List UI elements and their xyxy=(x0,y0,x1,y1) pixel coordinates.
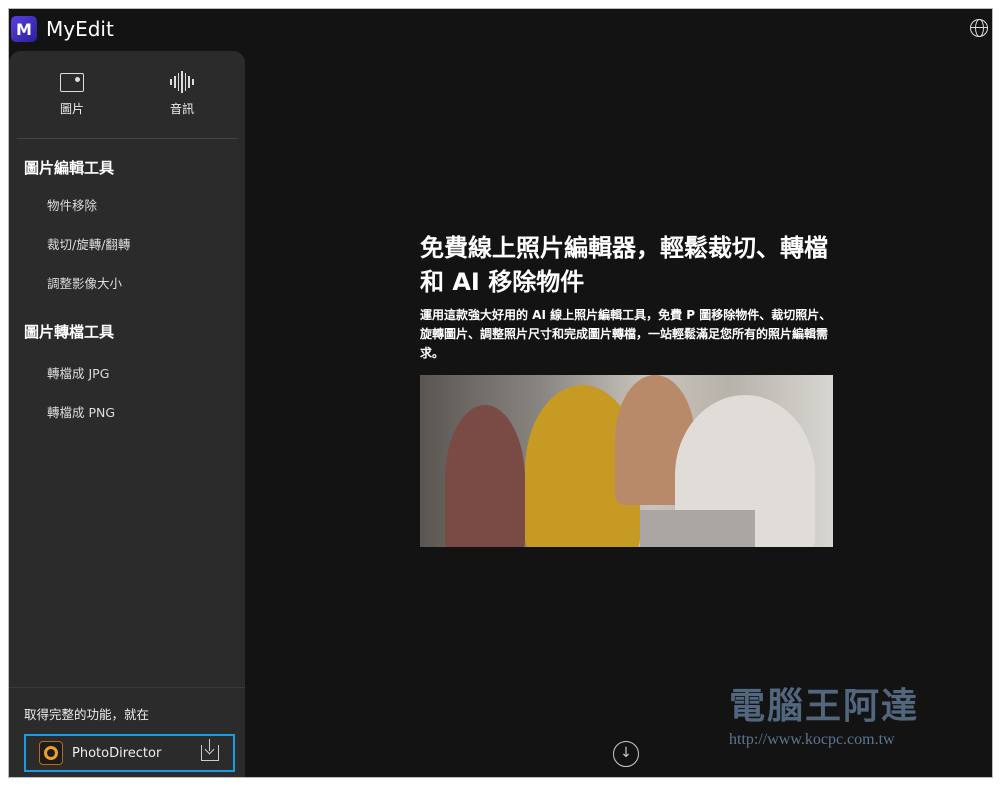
hero: 免費線上照片編輯器，輕鬆裁切、轉檔和 AI 移除物件 運用這款強大好用的 AI … xyxy=(420,231,840,547)
section-title-convert-tools: 圖片轉檔工具 xyxy=(24,323,115,341)
app-window: M MyEdit 圖片 音訊 圖片編輯工具 物件移除 裁切/旋轉/翻轉 調整影像… xyxy=(8,8,993,778)
mode-label: 音訊 xyxy=(169,102,194,116)
promo-text: 取得完整的功能，就在 xyxy=(24,707,150,722)
myedit-logo-icon[interactable]: M xyxy=(11,16,37,42)
watermark-url: http://www.kocpc.com.tw xyxy=(729,731,895,748)
download-icon xyxy=(201,739,219,761)
sidebar-item-convert-jpg[interactable]: 轉檔成 JPG xyxy=(9,354,245,393)
app-name: PhotoDirector xyxy=(72,745,162,761)
hero-title: 免費線上照片編輯器，輕鬆裁切、轉檔和 AI 移除物件 xyxy=(420,234,828,296)
hero-image xyxy=(420,375,833,547)
section-title-edit-tools: 圖片編輯工具 xyxy=(24,159,115,177)
sidebar-item-crop-rotate-flip[interactable]: 裁切/旋轉/翻轉 xyxy=(9,225,245,264)
header: M MyEdit xyxy=(9,9,992,49)
photodirector-logo-icon xyxy=(39,741,63,765)
brand-name[interactable]: MyEdit xyxy=(46,17,114,41)
hero-subtitle: 運用這款強大好用的 AI 線上照片編輯工具，免費 P 圖移除物件、裁切照片、旋轉… xyxy=(420,308,832,360)
globe-icon[interactable] xyxy=(970,19,988,37)
photodirector-download-button[interactable]: PhotoDirector xyxy=(24,734,235,772)
arrow-down-circle-icon[interactable]: ↓ xyxy=(613,741,639,767)
mode-label: 圖片 xyxy=(59,101,84,116)
audio-wave-icon xyxy=(170,71,194,93)
mode-audio[interactable]: 音訊 xyxy=(127,51,237,138)
sidebar-item-object-removal[interactable]: 物件移除 xyxy=(9,186,245,225)
sidebar-item-convert-png[interactable]: 轉檔成 PNG xyxy=(9,393,245,432)
watermark-logo: 電腦王阿達 xyxy=(729,686,920,727)
sidebar: 圖片 音訊 圖片編輯工具 物件移除 裁切/旋轉/翻轉 調整影像大小 圖片轉檔工具… xyxy=(9,51,245,777)
promo-panel: 取得完整的功能，就在 PhotoDirector xyxy=(9,687,245,777)
image-icon xyxy=(60,72,84,92)
mode-image[interactable]: 圖片 xyxy=(17,51,127,138)
sidebar-item-resize[interactable]: 調整影像大小 xyxy=(9,264,245,303)
